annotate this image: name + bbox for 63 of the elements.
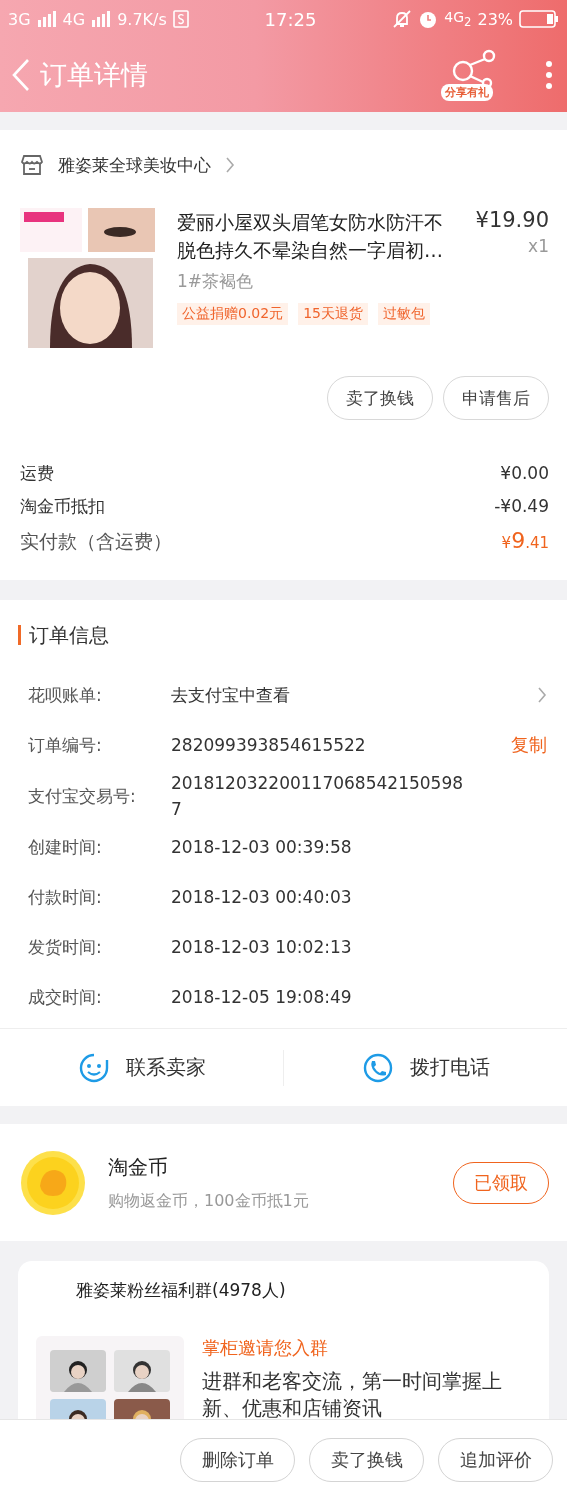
row-label: 付款时间: [28,885,103,909]
chevron-right-icon [537,686,547,704]
row-value: 2018-12-05 19:08:49 [171,986,353,1009]
row-value: 2018120322001170685421505987 [171,772,465,821]
action-button[interactable]: 申请售后 [443,376,549,420]
fee-value: -¥0.49 [494,496,549,516]
contact-button[interactable]: 联系卖家 [125,1054,206,1081]
service-tag: 过敏包 [378,303,430,325]
row-value: 2018-12-03 00:40:03 [171,886,353,909]
group-name: 雅姿莱粉丝福利群(4978人) [76,1279,287,1302]
invite-title: 掌柜邀请您入群 [202,1336,329,1360]
row-value: 282099393854615522 [171,735,367,755]
chevron-right-icon [225,156,235,174]
product-title: 爱丽小屋双头眉笔女防水防汗不脱色持久不晕染自然一字眉初… [177,210,444,263]
coin-description: 购物返金币，100金币抵1元 [108,1190,310,1212]
fee-label: 淘金币抵扣 [20,495,105,518]
store-icon [20,154,44,176]
row-value: 2018-12-03 00:39:58 [171,836,353,859]
alarm-icon [418,9,439,29]
service-tag: 15天退货 [298,303,368,325]
network-type: 4G [62,9,86,29]
row-value: 去支付宝中查看 [171,683,291,707]
signal-icon [91,11,112,27]
fee-value: ¥9.41 [501,528,549,553]
product-price: ¥19.90 [474,208,549,232]
contact-button[interactable]: 拨打电话 [409,1054,490,1081]
phone-icon [361,1051,394,1084]
network-speed: 9.7K/s [117,9,167,29]
row-label: 花呗账单: [28,683,103,707]
share-badge[interactable]: 分享有礼 [441,84,493,101]
sim-icon [172,10,189,28]
shop-name[interactable]: 雅姿莱全球美妆中心 [58,153,211,177]
coin-title: 淘金币 [108,1153,169,1181]
section-title: 订单信息 [29,621,109,649]
action-button[interactable]: 卖了换钱 [327,376,433,420]
back-icon [10,57,32,93]
row-label: 成交时间: [28,985,103,1009]
chat-face-icon [77,1051,110,1084]
network-type: 4G$_{2}$ [444,9,472,29]
battery-icon [519,10,559,28]
product-variant: 1#茶褐色 [177,270,255,293]
row-label: 发货时间: [28,935,103,959]
invite-text: 进群和老客交流，第一时间掌握上新、优惠和店铺资讯 [202,1368,503,1422]
page-title: 订单详情 [40,58,149,92]
battery-level: 23% [477,9,513,29]
action-button[interactable]: 删除订单 [180,1438,295,1482]
coin-icon [20,1149,86,1216]
row-label: 支付宝交易号: [28,784,137,808]
product-quantity: x1 [527,236,549,256]
fee-label: 实付款（含运费） [20,529,172,554]
fee-value: ¥0.00 [500,463,549,483]
action-button[interactable]: 追加评价 [438,1438,553,1482]
more-icon [545,60,553,90]
signal-icon [36,11,57,27]
row-value: 2018-12-03 10:02:13 [171,936,353,959]
muted-bell-icon [392,9,413,29]
row-label: 创建时间: [28,835,103,859]
fee-label: 运费 [20,462,54,485]
clock-time: 17:25 [264,8,317,30]
network-type: 3G [8,9,31,29]
action-button[interactable]: 卖了换钱 [309,1438,424,1482]
row-label: 订单编号: [28,733,103,757]
service-tag: 公益捐赠0.02元 [177,303,289,325]
